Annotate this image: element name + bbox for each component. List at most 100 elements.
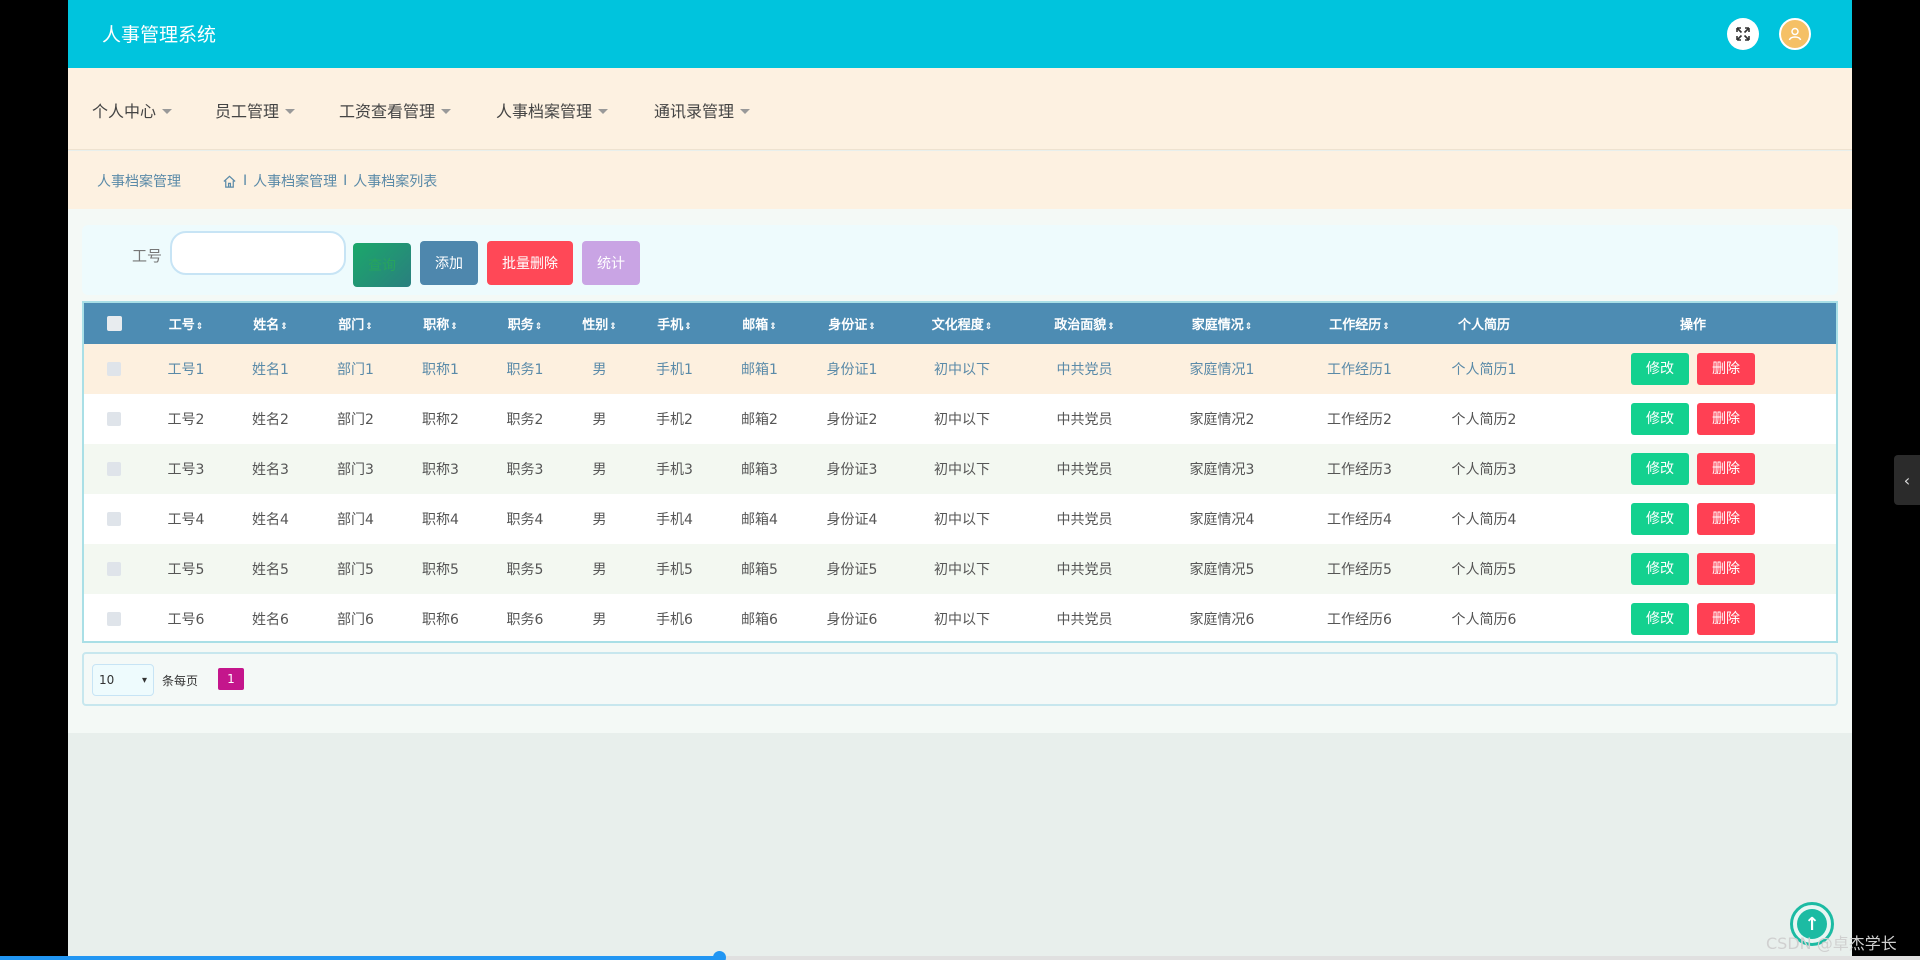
cell-resume: 个人简历6 [1451, 612, 1517, 628]
col-header-label: 身份证 [828, 318, 868, 333]
cell-id-card: 身份证3 [826, 462, 878, 478]
row-checkbox[interactable] [107, 512, 121, 526]
delete-button[interactable]: 删除 [1697, 503, 1755, 535]
col-header-department[interactable]: 部门⇕ [313, 303, 398, 344]
edit-button[interactable]: 修改 [1631, 453, 1689, 485]
col-header-name[interactable]: 姓名⇕ [228, 303, 313, 344]
side-panel-toggle[interactable]: ‹ [1894, 455, 1920, 505]
batch-delete-button[interactable]: 批量删除 [487, 241, 573, 285]
cell-title: 职称6 [422, 612, 459, 628]
row-actions: 修改 删除 [1546, 344, 1836, 394]
select-all-cell [84, 303, 144, 344]
cell-education: 初中以下 [934, 412, 990, 428]
nav-personnel-records[interactable]: 人事档案管理 [496, 98, 609, 122]
sort-icon: ⇕ [984, 322, 993, 332]
edit-button[interactable]: 修改 [1631, 503, 1689, 535]
row-checkbox[interactable] [107, 362, 121, 376]
cell-position: 职务6 [506, 612, 544, 628]
cell-email: 邮箱5 [741, 562, 778, 578]
cell-resume: 个人简历2 [1451, 412, 1517, 428]
cell-employee-id: 工号3 [167, 462, 205, 478]
nav-personal-center[interactable]: 个人中心 [92, 98, 173, 122]
cell-position: 职务5 [506, 562, 544, 578]
employee-id-input[interactable] [170, 231, 346, 275]
cell-title: 职称3 [422, 462, 459, 478]
nav-label: 工资查看管理 [339, 102, 436, 121]
col-header-political-status[interactable]: 政治面貌⇕ [1022, 303, 1147, 344]
edit-button[interactable]: 修改 [1631, 403, 1689, 435]
delete-button[interactable]: 删除 [1697, 453, 1755, 485]
col-header-work-experience[interactable]: 工作经历⇕ [1297, 303, 1422, 344]
delete-button[interactable]: 删除 [1697, 403, 1755, 435]
col-header-position[interactable]: 职务⇕ [483, 303, 567, 344]
row-checkbox[interactable] [107, 612, 121, 626]
select-all-checkbox[interactable] [106, 316, 122, 331]
col-header-email[interactable]: 邮箱⇕ [717, 303, 802, 344]
col-header-phone[interactable]: 手机⇕ [632, 303, 717, 344]
cell-political-status: 中共党员 [1056, 562, 1113, 578]
nav-label: 员工管理 [215, 102, 280, 121]
cell-education: 初中以下 [934, 562, 990, 578]
sort-icon: ⇕ [1107, 322, 1115, 332]
nav-employee-management[interactable]: 员工管理 [215, 98, 296, 122]
sort-icon: ⇕ [1382, 322, 1390, 332]
cell-phone: 手机4 [656, 512, 693, 528]
edit-button[interactable]: 修改 [1631, 603, 1689, 635]
video-progress-bar[interactable] [0, 951, 1920, 960]
row-select-cell [84, 344, 144, 394]
delete-button[interactable]: 删除 [1697, 603, 1755, 635]
col-header-gender[interactable]: 性别⇕ [567, 303, 632, 344]
row-actions: 修改 删除 [1546, 594, 1836, 641]
cell-gender: 男 [592, 612, 607, 628]
cell-family: 家庭情况3 [1189, 462, 1255, 478]
cell-id-card: 身份证1 [826, 362, 878, 378]
row-checkbox[interactable] [107, 562, 121, 576]
cell-position: 职务1 [506, 362, 544, 378]
edit-button[interactable]: 修改 [1631, 353, 1689, 385]
page-size-select[interactable]: 10 ▾ [92, 664, 154, 696]
cell-work-experience: 工作经历1 [1327, 362, 1392, 378]
delete-button[interactable]: 删除 [1697, 553, 1755, 585]
col-header-education[interactable]: 文化程度⇕ [902, 303, 1022, 344]
breadcrumb-item-records[interactable]: 人事档案管理 [253, 171, 337, 191]
fullscreen-icon[interactable] [1727, 18, 1759, 50]
caret-down-icon [598, 108, 609, 114]
breadcrumb: I 人事档案管理 I 人事档案列表 [222, 171, 437, 191]
table-header-row: 工号⇕ 姓名⇕ 部门⇕ 职称⇕ 职务⇕ 性别⇕ 手机⇕ 邮箱⇕ 身份证⇕ 文化程… [84, 303, 1836, 344]
nav-contacts-management[interactable]: 通讯录管理 [654, 98, 751, 122]
col-header-employee-id[interactable]: 工号⇕ [144, 303, 228, 344]
progress-handle[interactable] [713, 951, 726, 960]
cell-phone: 手机5 [656, 562, 693, 578]
cell-family: 家庭情况5 [1189, 562, 1255, 578]
cell-name: 姓名2 [252, 412, 289, 428]
cell-id-card: 身份证2 [826, 412, 878, 428]
sort-icon: ⇕ [365, 322, 373, 332]
cell-name: 姓名1 [252, 362, 289, 378]
cell-education: 初中以下 [934, 612, 990, 628]
table-row: 工号5 姓名5 部门5 职称5 职务5 男 手机5 邮箱5 身份证5 初中以下 中共党员 家庭情况5 工… [84, 544, 1836, 594]
cell-gender: 男 [592, 362, 607, 378]
col-header-title[interactable]: 职称⇕ [398, 303, 483, 344]
page-size-label: 条每页 [162, 674, 199, 688]
col-header-label: 工作经历 [1329, 318, 1382, 333]
edit-button[interactable]: 修改 [1631, 553, 1689, 585]
home-icon[interactable] [222, 174, 237, 189]
row-checkbox[interactable] [107, 412, 121, 426]
add-button[interactable]: 添加 [420, 241, 478, 285]
col-header-id-card[interactable]: 身份证⇕ [802, 303, 902, 344]
cell-family: 家庭情况1 [1189, 362, 1255, 378]
breadcrumb-item-list: 人事档案列表 [353, 174, 438, 190]
col-header-label: 部门 [338, 318, 365, 333]
table-row: 工号6 姓名6 部门6 职称6 职务6 男 手机6 邮箱6 身份证6 初中以下 中共党员 家庭情况6 工… [84, 594, 1836, 641]
cell-name: 姓名4 [252, 512, 289, 528]
statistics-button[interactable]: 统计 [582, 241, 640, 285]
page-button-current[interactable]: 1 [218, 668, 244, 690]
col-header-label: 个人简历 [1457, 318, 1510, 333]
query-button[interactable]: 查询 [353, 243, 411, 287]
row-checkbox[interactable] [107, 462, 121, 476]
col-header-family[interactable]: 家庭情况⇕ [1147, 303, 1297, 344]
user-avatar-icon[interactable] [1779, 18, 1811, 50]
caret-down-icon [740, 108, 751, 114]
nav-salary-management[interactable]: 工资查看管理 [339, 98, 452, 122]
delete-button[interactable]: 删除 [1697, 353, 1755, 385]
